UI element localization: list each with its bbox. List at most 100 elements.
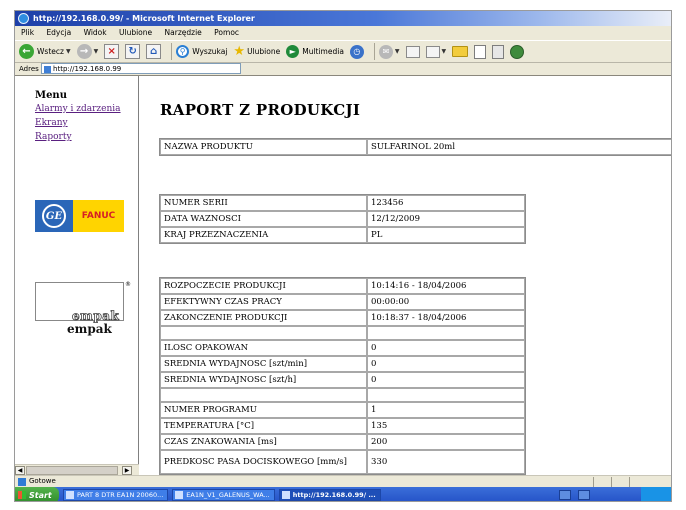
belt-speed-value: 330	[367, 450, 525, 474]
edit-button[interactable]: ▼	[425, 45, 447, 58]
taskbar-item[interactable]: PART 8 DTR EA1N 20060...	[63, 489, 169, 501]
table-row: NUMER PROGRAMU 1	[160, 402, 525, 418]
address-input[interactable]: http://192.168.0.99	[41, 63, 242, 74]
star-icon: ★	[233, 44, 246, 59]
favorites-label: Ulubione	[247, 47, 281, 56]
multimedia-label: Multimedia	[302, 47, 344, 56]
chevron-down-icon[interactable]: ▼	[94, 48, 99, 55]
page-button[interactable]	[474, 44, 487, 59]
folder-button[interactable]	[452, 46, 469, 57]
page-title: RAPORT Z PRODUKCJI	[160, 101, 361, 119]
sidebar-link-alarms[interactable]: Alarmy i zdarzenia	[35, 104, 121, 114]
quicklaunch-icon[interactable]	[559, 490, 571, 500]
search-label: Wyszukaj	[192, 47, 228, 56]
menu-file[interactable]: Plik	[21, 28, 34, 37]
chevron-down-icon[interactable]: ▼	[442, 48, 447, 55]
registered-mark: ®	[125, 281, 131, 288]
avg-rate-hour-value: 0	[367, 372, 525, 388]
history-button[interactable]: ◷	[349, 44, 364, 59]
taskbar-item-active[interactable]: http://192.168.0.99/ ...	[278, 489, 381, 501]
messenger-button[interactable]	[492, 44, 505, 59]
scroll-left-icon[interactable]: ◀	[15, 466, 25, 475]
word-icon	[66, 491, 74, 499]
home-button[interactable]: ⌂	[146, 44, 162, 59]
status-pane	[611, 477, 627, 487]
ie-icon	[18, 13, 29, 24]
taskbar-item[interactable]: EA1N_V1_GALENUS_WA...	[172, 489, 275, 501]
menu-tools[interactable]: Narzędzie	[165, 28, 202, 37]
forward-arrow-icon: →	[76, 44, 92, 59]
print-button[interactable]	[405, 45, 420, 58]
avg-rate-min-value: 0	[367, 356, 525, 372]
taskbar-item-label: EA1N_V1_GALENUS_WA...	[186, 491, 270, 499]
mail-button[interactable]: ✉ ▼	[378, 44, 400, 59]
table-row: EFEKTYWNY CZAS PRACY 00:00:00	[160, 294, 525, 310]
product-label: NAZWA PRODUKTU	[160, 139, 367, 155]
ge-monogram: GE	[42, 204, 66, 228]
ge-logo: GE	[35, 200, 73, 232]
address-url: http://192.168.0.99	[53, 65, 122, 73]
ge-fanuc-logo: GE FANUC	[35, 200, 124, 232]
belt-speed-label: PREDKOSC PASA DOCISKOWEGO [mm/s]	[160, 450, 367, 474]
sidebar-link-screens[interactable]: Ekrany	[35, 118, 68, 128]
toolbar-separator	[373, 43, 375, 60]
mail-icon: ✉	[378, 44, 393, 59]
multimedia-button[interactable]: ► Multimedia	[286, 45, 344, 58]
empak-logo: ® empak	[35, 281, 131, 323]
sidebar-link-reports[interactable]: Raporty	[35, 132, 72, 142]
quicklaunch-icon[interactable]	[578, 490, 590, 500]
work-time-label: EFEKTYWNY CZAS PRACY	[160, 294, 367, 310]
scroll-thumb[interactable]	[26, 466, 118, 475]
table-row: CZAS ZNAKOWANIA [ms] 200	[160, 434, 525, 450]
status-pane	[593, 477, 609, 487]
chevron-down-icon[interactable]: ▼	[395, 48, 400, 55]
chevron-down-icon[interactable]: ▼	[66, 48, 71, 55]
production-start-value: 10:14:16 - 18/04/2006	[367, 278, 525, 294]
folder-icon	[452, 46, 469, 57]
table-row: PREDKOSC PASA DOCISKOWEGO [mm/s] 330	[160, 450, 525, 474]
status-text: Gotowe	[29, 477, 56, 485]
menu-help[interactable]: Pomoc	[214, 28, 239, 37]
empty-cell	[367, 388, 525, 402]
empty-cell	[160, 388, 367, 402]
taskbar-item-label: PART 8 DTR EA1N 20060...	[77, 491, 164, 499]
menu-view[interactable]: Widok	[84, 28, 107, 37]
start-button[interactable]: Start	[15, 487, 59, 501]
page-viewport: Menu Alarmy i zdarzenia Ekrany Raporty G…	[15, 76, 671, 475]
back-button[interactable]: ← Wstecz ▼	[19, 44, 71, 59]
empak-wordmark: empak	[67, 322, 112, 336]
refresh-icon: ↻	[125, 44, 141, 59]
table-row: ZAKONCZENIE PRODUKCJI 10:18:37 - 18/04/2…	[160, 310, 525, 326]
edit-icon	[425, 45, 440, 58]
tools-button[interactable]	[510, 44, 525, 59]
table-spacer-row	[160, 388, 525, 402]
favorites-button[interactable]: ★ Ulubione	[233, 44, 280, 59]
menu-edit[interactable]: Edycja	[46, 28, 71, 37]
back-label: Wstecz	[37, 47, 64, 56]
table-row: SREDNIA WYDAJNOSC [szt/h] 0	[160, 372, 525, 388]
document-icon	[474, 44, 487, 59]
program-number-label: NUMER PROGRAMU	[160, 402, 367, 418]
browser-window: http://192.168.0.99/ - Microsoft Interne…	[14, 10, 672, 502]
refresh-button[interactable]: ↻	[125, 44, 141, 59]
stop-button[interactable]: ×	[104, 44, 120, 59]
address-label: Adres	[19, 65, 39, 73]
table-row: ROZPOCZECIE PRODUKCJI 10:14:16 - 18/04/2…	[160, 278, 525, 294]
windows-logo-icon	[18, 491, 26, 499]
package-count-label: ILOSC OPAKOWAN	[160, 340, 367, 356]
stop-icon: ×	[104, 44, 120, 59]
batch-table: NUMER SERII 123456 DATA WAZNOSCI 12/12/2…	[159, 194, 526, 244]
expiry-value: 12/12/2009	[367, 211, 525, 227]
search-button[interactable]: ⚲ Wyszukaj	[176, 45, 227, 58]
horizontal-scrollbar[interactable]: ◀ ▶	[15, 464, 139, 475]
start-label: Start	[29, 490, 52, 500]
table-row: ILOSC OPAKOWAN 0	[160, 340, 525, 356]
forward-button[interactable]: → ▼	[76, 44, 99, 59]
table-row: DATA WAZNOSCI 12/12/2009	[160, 211, 525, 227]
page-icon	[44, 65, 52, 73]
menu-favorites[interactable]: Ulubione	[119, 28, 152, 37]
program-number-value: 1	[367, 402, 525, 418]
sidebar-frame: Menu Alarmy i zdarzenia Ekrany Raporty G…	[15, 76, 139, 475]
globe-icon	[510, 44, 525, 59]
scroll-right-icon[interactable]: ▶	[122, 466, 132, 475]
